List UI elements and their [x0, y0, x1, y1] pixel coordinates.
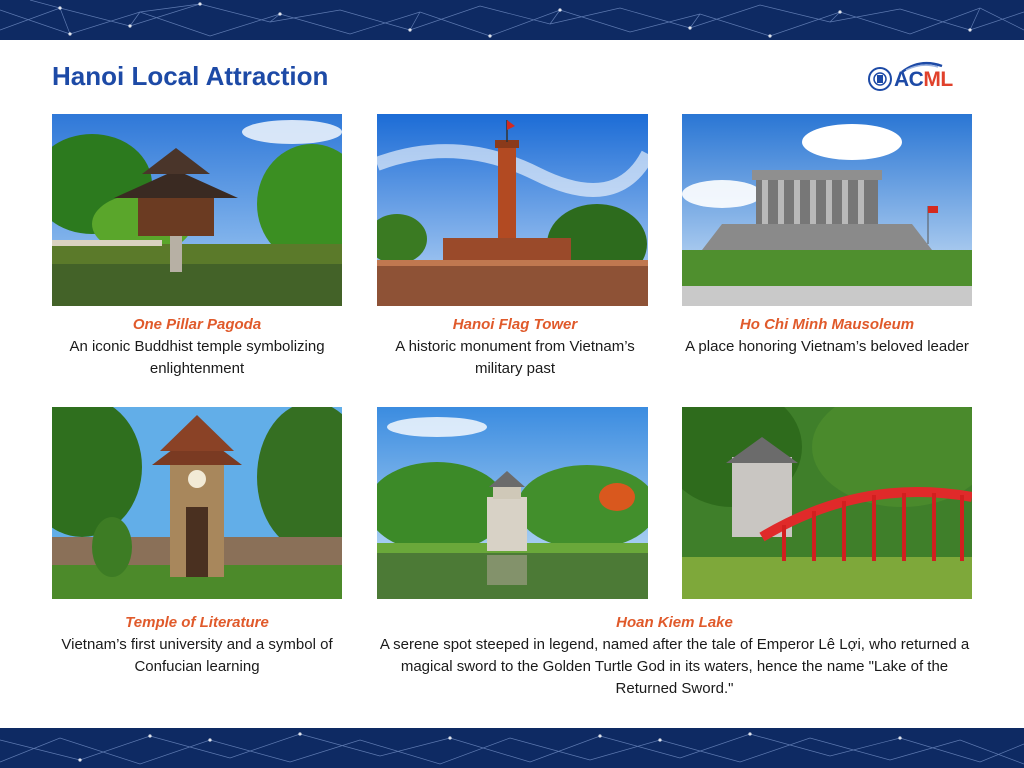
- top-network-band: [0, 0, 1024, 40]
- attraction-description: Vietnam’s first university and a symbol …: [61, 636, 333, 675]
- attraction-name: Hoan Kiem Lake: [616, 614, 733, 631]
- attraction-caption-2: Hanoi Flag Tower A historic monument fro…: [372, 314, 658, 380]
- page-title: Hanoi Local Attraction: [52, 61, 329, 91]
- hanoi-flag-tower-photo: [377, 114, 648, 306]
- ho-chi-minh-mausoleum-photo: [682, 114, 972, 306]
- attraction-description: A serene spot steeped in legend, named a…: [379, 636, 970, 697]
- attraction-description: A historic monument from Vietnam’s milit…: [395, 338, 635, 377]
- one-pillar-pagoda-photo: [52, 114, 342, 306]
- temple-of-literature-photo: [52, 407, 342, 599]
- the-huc-bridge-photo: [682, 407, 972, 599]
- logo-text-ac: AC: [894, 68, 924, 91]
- attraction-name: Temple of Literature: [125, 614, 269, 631]
- hoan-kiem-lake-photo: [377, 407, 648, 599]
- attraction-caption-4: Temple of Literature Vietnam’s first uni…: [52, 612, 342, 678]
- attraction-caption-1: One Pillar Pagoda An iconic Buddhist tem…: [52, 314, 342, 380]
- hanoi-emblem-icon: [868, 67, 892, 91]
- acml-logo: ACML: [866, 58, 962, 98]
- logo-text-ml: ML: [923, 68, 953, 91]
- attraction-caption-3: Ho Chi Minh Mausoleum A place honoring V…: [682, 314, 972, 358]
- attraction-name: Ho Chi Minh Mausoleum: [739, 316, 915, 333]
- bottom-network-band: [0, 728, 1024, 768]
- attraction-name: One Pillar Pagoda: [132, 316, 262, 333]
- attraction-name: Hanoi Flag Tower: [452, 316, 578, 333]
- attraction-description: A place honoring Vietnam’s beloved leade…: [685, 338, 969, 355]
- attraction-description: An iconic Buddhist temple symbolizing en…: [69, 338, 325, 377]
- attraction-caption-5: Hoan Kiem Lake A serene spot steeped in …: [377, 612, 972, 700]
